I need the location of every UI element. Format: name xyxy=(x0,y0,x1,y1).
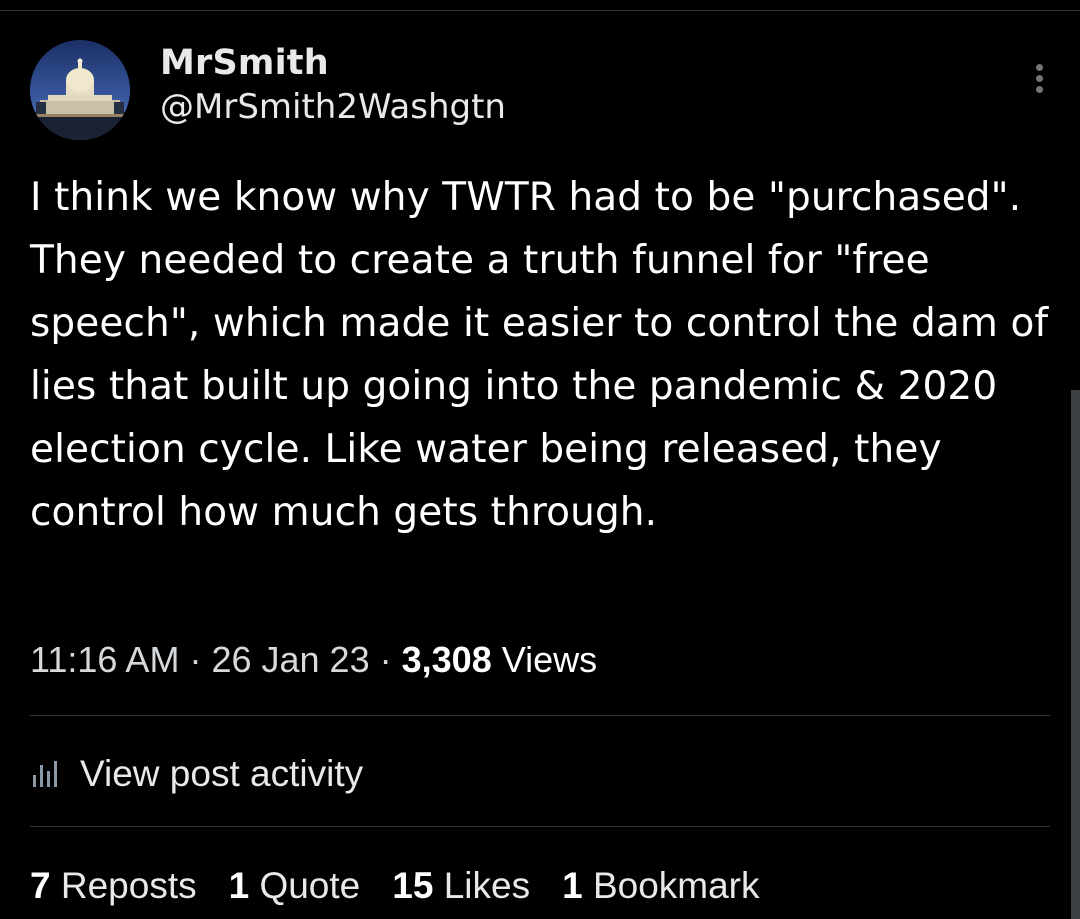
meta-separator: · xyxy=(189,639,202,680)
likes-stat[interactable]: 15 Likes xyxy=(392,860,530,912)
scrollbar[interactable] xyxy=(1071,390,1080,919)
divider xyxy=(30,826,1050,827)
dot xyxy=(1035,64,1043,71)
likes-label: Likes xyxy=(443,865,531,906)
tweet-meta: 11:16 AM · 26 Jan 23 · 3,308 Views xyxy=(30,636,597,684)
tweet-header: MrSmith @MrSmith2Washgtn xyxy=(30,40,1050,144)
bookmark-label: Bookmark xyxy=(592,865,760,906)
tweet-time[interactable]: 11:16 AM xyxy=(30,639,179,680)
quote-stat[interactable]: 1 Quote xyxy=(229,860,361,912)
divider xyxy=(30,715,1050,716)
reposts-label: Reposts xyxy=(60,865,197,906)
capitol-building-icon xyxy=(30,40,130,140)
user-handle[interactable]: @MrSmith2Washgtn xyxy=(160,84,506,130)
bar-chart-icon xyxy=(30,759,64,789)
tweet-date[interactable]: 26 Jan 23 xyxy=(211,639,369,680)
dot xyxy=(1035,75,1043,82)
dot xyxy=(1035,86,1043,93)
display-name[interactable]: MrSmith xyxy=(160,40,506,86)
reposts-stat[interactable]: 7 Reposts xyxy=(30,860,197,912)
bookmark-count: 1 xyxy=(562,865,583,906)
activity-label: View post activity xyxy=(80,753,364,794)
likes-count: 15 xyxy=(392,865,434,906)
top-divider xyxy=(0,10,1080,11)
bookmark-stat[interactable]: 1 Bookmark xyxy=(562,860,759,912)
meta-separator: · xyxy=(379,639,392,680)
engagement-stats: 7 Reposts 1 Quote 15 Likes 1 Bookmark xyxy=(30,860,792,912)
views-count: 3,308 xyxy=(401,639,492,680)
quote-count: 1 xyxy=(228,865,250,906)
views-label: Views xyxy=(501,639,598,680)
author-names: MrSmith @MrSmith2Washgtn xyxy=(160,40,506,130)
view-post-activity-button[interactable]: View post activity xyxy=(30,748,363,800)
tweet-text: I think we know why TWTR had to be "purc… xyxy=(30,175,1061,535)
quote-label: Quote xyxy=(259,865,361,906)
avatar[interactable] xyxy=(30,40,130,140)
reposts-count: 7 xyxy=(30,865,51,906)
more-options-icon[interactable] xyxy=(1028,64,1050,100)
